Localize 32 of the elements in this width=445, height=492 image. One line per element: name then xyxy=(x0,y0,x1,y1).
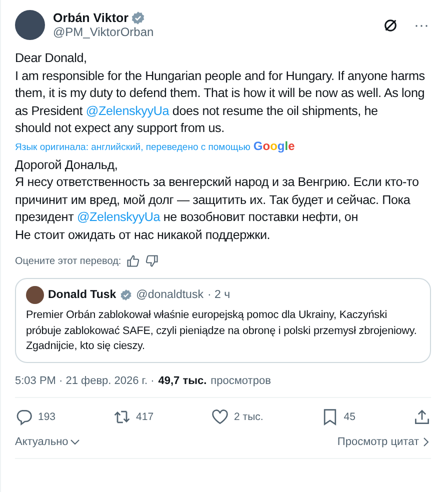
google-logo: Google xyxy=(253,138,295,152)
speech-bubble-icon[interactable] xyxy=(15,408,33,426)
author-handle[interactable]: @PM_ViktorOrban xyxy=(53,25,375,39)
view-count: 49,7 тыс. xyxy=(158,374,207,386)
avatar[interactable] xyxy=(15,10,45,40)
share-icon[interactable] xyxy=(412,408,431,426)
post-text: Dear Donald, I am responsible for the Hungarian people and for Hungary. If anyone harms them, it is my duty to defend them. That is how it will be now as well. As long as President @ZelenskyyUa does not resume the oil shipments, he should not expect any support from us. xyxy=(15,50,426,137)
rate-label: Оцените этот перевод: xyxy=(15,256,122,266)
view-quotes-link[interactable]: Просмотр цитат xyxy=(337,436,431,448)
chevron-down-icon xyxy=(70,436,80,446)
quoted-post[interactable] xyxy=(15,278,431,362)
more-button[interactable]: ··· xyxy=(412,16,431,34)
translated-text: Дорогой Дональд, Я несу ответственность за венгерский народ и за Венгрию. Если кто-то причинит им вред, мой долг — защитить их. Так будет и сейчас. Пока президент @ZelenskyyUa не возобновит поставки нефти, он Не стоит ожидать от нас никакой поддержки. xyxy=(15,156,420,244)
heart-icon[interactable] xyxy=(211,408,230,426)
avatar xyxy=(26,286,44,304)
action-count: 2 тыс. xyxy=(234,410,264,422)
thumbs-up-icon[interactable] xyxy=(126,254,140,268)
action-count: 193 xyxy=(38,410,56,422)
quoted-author-name: Donald Tusk xyxy=(48,289,116,301)
action-count: 417 xyxy=(136,410,154,422)
quoted-text: Premier Orbán zablokował właśnie europejską pomoc dla Ukrainy, Kaczyński próbuje zablokować SAFE, czyli pieniądze na obronę i polski przemysł zbrojeniowy. Zgadnijcie, kto się cieszy. xyxy=(26,308,418,354)
thumbs-down-icon[interactable] xyxy=(145,254,160,268)
views-label: просмотров xyxy=(210,374,271,386)
chevron-right-icon xyxy=(421,436,431,446)
slashed-circle-icon[interactable] xyxy=(383,18,398,32)
translation-note: Язык оригинала: английский, переведено с помощью xyxy=(15,142,250,152)
action-count: 45 xyxy=(344,410,356,422)
sort-dropdown[interactable]: Актуально xyxy=(15,436,80,448)
post-time: · 2 ч xyxy=(207,289,230,301)
author-name[interactable]: Orbán Viktor xyxy=(53,11,128,25)
post-timestamp[interactable]: 5:03 PM · 21 февр. 2026 г. · xyxy=(15,374,154,386)
quoted-author-handle: @donaldtusk xyxy=(136,289,204,301)
